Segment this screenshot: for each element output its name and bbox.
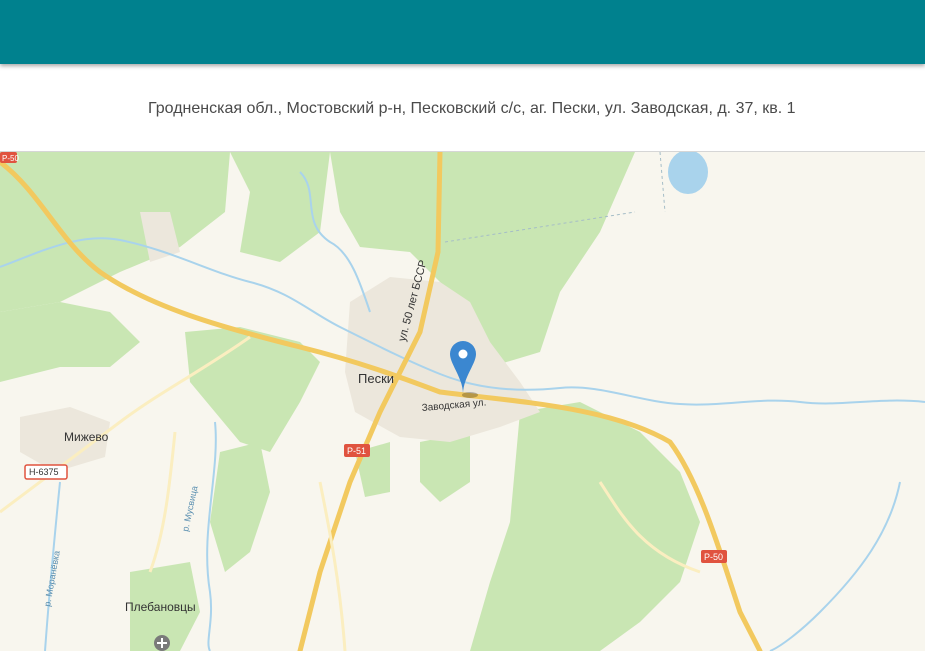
label-town-peski: Пески <box>358 371 394 386</box>
address-text: Гродненская обл., Мостовский р-н, Песков… <box>148 100 796 117</box>
road-badge-r51: Р-51 <box>344 444 370 457</box>
road-badge-r50-top: Р-50 <box>0 152 19 163</box>
svg-text:Р-50: Р-50 <box>704 552 723 562</box>
label-river-moranevka: р. Моранёвка <box>42 550 62 607</box>
lake <box>668 152 708 194</box>
label-village-mizhevo: Мижево <box>64 430 109 444</box>
svg-text:Н-6375: Н-6375 <box>29 467 59 477</box>
label-village-plebanovtsy: Плебановцы <box>125 600 196 614</box>
map-view[interactable]: Пески Заводская ул. ул. 50 лет БССР Миже… <box>0 151 925 651</box>
svg-text:Р-50: Р-50 <box>2 154 19 163</box>
label-river-musvitsa: р. Мусвица <box>180 485 199 533</box>
forest-areas <box>0 152 700 651</box>
boundary-line-2 <box>659 152 666 213</box>
road-badge-h6375: Н-6375 <box>24 464 68 480</box>
map-canvas[interactable]: Пески Заводская ул. ул. 50 лет БССР Миже… <box>0 152 925 651</box>
top-header-bar <box>0 0 925 64</box>
hospital-cross-icon[interactable] <box>154 635 170 651</box>
svg-text:Р-51: Р-51 <box>347 446 366 456</box>
road-badge-r50-right: Р-50 <box>701 550 727 563</box>
